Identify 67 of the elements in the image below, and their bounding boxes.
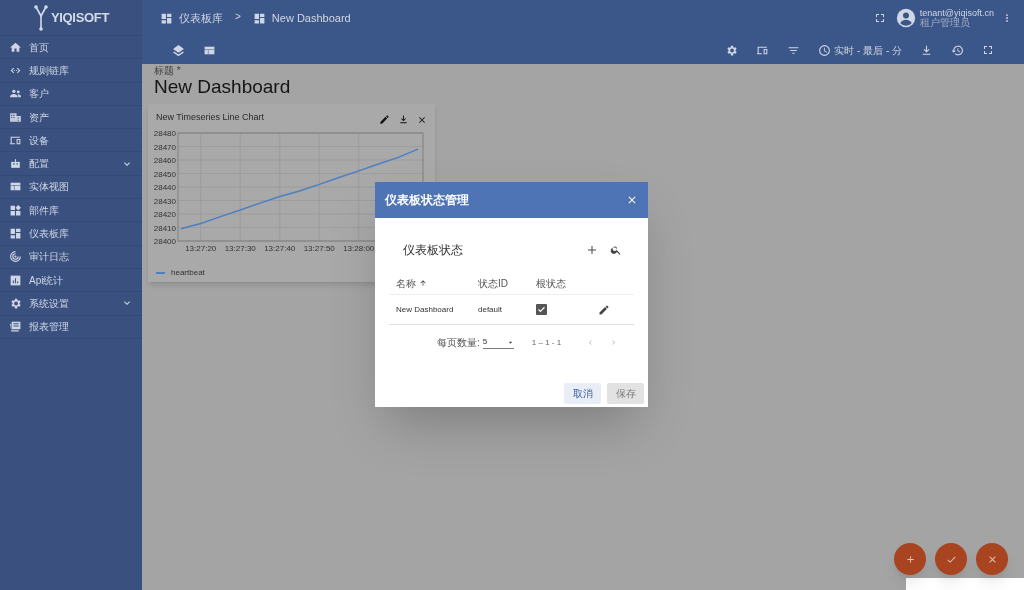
axis-tick-label: 13:28:00	[343, 244, 375, 253]
axis-tick-label: 13:27:50	[303, 244, 335, 253]
download-icon[interactable]	[920, 43, 933, 57]
close-icon[interactable]	[626, 194, 638, 206]
building-icon	[9, 110, 22, 124]
column-header: 根状态	[536, 276, 567, 291]
table-title: 仪表板状态	[403, 242, 464, 259]
breadcrumb-separator: >	[235, 9, 241, 24]
brand-name: YIQISOFT	[50, 8, 110, 27]
axis-tick-label: 28440	[153, 183, 176, 192]
page-size-select[interactable]: 5	[482, 336, 514, 349]
page-range: 1 – 1 - 1	[531, 336, 562, 349]
dashboard-icon	[9, 227, 22, 240]
axis-tick-label: 28400	[153, 237, 176, 246]
user-role: 租户管理员	[919, 18, 970, 28]
search-icon[interactable]	[610, 244, 622, 256]
table-cell-text: default	[478, 303, 504, 316]
widgets-icon	[9, 203, 22, 217]
axis-tick-label: 28410	[153, 223, 176, 233]
sidebar-item[interactable]: 资产	[0, 105, 142, 130]
robot-icon	[9, 157, 22, 171]
add-icon	[904, 553, 916, 565]
layers-icon[interactable]	[172, 43, 185, 57]
edit-icon[interactable]	[379, 114, 390, 125]
add-icon[interactable]	[586, 244, 598, 256]
timewindow-button[interactable]: 实时 - 最后 - 分	[818, 42, 902, 58]
download-icon[interactable]	[398, 114, 409, 125]
axis-tick-label: 28470	[153, 142, 176, 152]
breadcrumb-link[interactable]: New Dashboard	[271, 9, 351, 27]
fullscreen-icon[interactable]	[873, 12, 886, 24]
axis-tick-label: 13:27:20	[185, 244, 217, 253]
dialog-button[interactable]: 取消	[564, 383, 601, 404]
clock-icon	[818, 43, 832, 57]
checkbox[interactable]	[536, 304, 547, 315]
home-icon	[9, 40, 22, 54]
column-header[interactable]: 名称	[396, 275, 416, 291]
bar-chart-icon	[9, 273, 22, 287]
report-icon	[9, 320, 22, 334]
axis-tick-label: 28430	[153, 196, 176, 206]
settings-icon	[9, 296, 22, 310]
user-email: tenant@yiqisoft.cn	[919, 8, 994, 18]
breadcrumb-link[interactable]: 仪表板库	[179, 9, 223, 27]
axis-tick-label: 13:27:40	[264, 244, 296, 253]
history-icon[interactable]	[951, 43, 964, 57]
axis-tick-label: 28420	[153, 210, 176, 219]
logo-icon	[32, 4, 49, 31]
radar-icon	[9, 250, 22, 264]
widget-title: New Timeseries Line Chart	[156, 110, 266, 124]
dashboard-icon	[160, 11, 173, 25]
table-cell-text: New Dashboard	[396, 303, 455, 316]
column-header: 状态ID	[478, 276, 509, 291]
settings-icon[interactable]	[725, 43, 739, 57]
page-size-label: 每页数量:	[437, 336, 480, 350]
fullscreen-icon[interactable]	[982, 44, 994, 56]
field-label: 标题 *	[154, 65, 181, 76]
close-icon[interactable]	[417, 114, 427, 125]
legend-label: heartbeat	[171, 267, 205, 279]
dialog-title: 仪表板状态管理	[385, 192, 470, 209]
axis-tick-label: 28480	[153, 129, 176, 138]
avatar-icon[interactable]	[895, 8, 916, 28]
axis-tick-label: 28450	[153, 169, 176, 179]
dashboard-icon	[252, 11, 266, 25]
axis-tick-label: 28460	[153, 156, 176, 165]
sidebar-item[interactable]: Api统计	[0, 268, 142, 293]
edit-icon[interactable]	[598, 303, 610, 316]
dashboard-title[interactable]: New Dashboard	[154, 76, 291, 98]
axis-tick-label: 13:27:30	[224, 244, 256, 253]
